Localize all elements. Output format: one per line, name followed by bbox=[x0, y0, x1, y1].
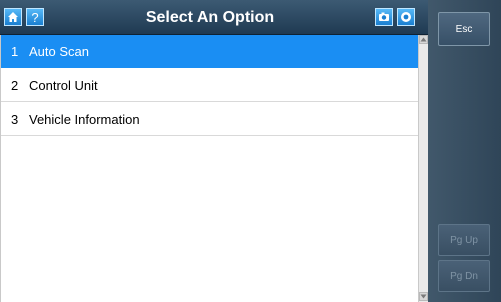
option-list: 1 Auto Scan 2 Control Unit 3 Vehicle Inf… bbox=[0, 35, 418, 302]
esc-button[interactable]: Esc bbox=[438, 12, 490, 46]
camera-icon bbox=[379, 12, 389, 21]
list-item-control-unit[interactable]: 2 Control Unit bbox=[1, 69, 418, 102]
screenshot-button[interactable] bbox=[375, 8, 393, 26]
side-panel: Esc Pg Up Pg Dn bbox=[428, 0, 501, 302]
list-item-number: 2 bbox=[11, 77, 19, 93]
list-item-label: Vehicle Information bbox=[29, 111, 140, 127]
page-up-button[interactable]: Pg Up bbox=[438, 224, 490, 256]
app-window: ? Select An Option 1 Auto Scan 2 Control… bbox=[0, 0, 501, 302]
list-item-number: 1 bbox=[11, 43, 19, 59]
scroll-up-button[interactable] bbox=[419, 35, 428, 44]
list-item-label: Auto Scan bbox=[29, 43, 89, 59]
list-item-number: 3 bbox=[11, 111, 19, 127]
list-scrollbar[interactable] bbox=[418, 35, 428, 302]
record-button[interactable] bbox=[397, 8, 415, 26]
list-item-auto-scan[interactable]: 1 Auto Scan bbox=[1, 35, 418, 68]
list-item-vehicle-information[interactable]: 3 Vehicle Information bbox=[1, 103, 418, 136]
arrow-down-icon bbox=[420, 294, 427, 299]
page-title: Select An Option bbox=[145, 9, 275, 26]
scroll-down-button[interactable] bbox=[419, 292, 428, 301]
header-bar: ? Select An Option bbox=[0, 0, 428, 35]
arrow-up-icon bbox=[420, 37, 427, 42]
page-down-button[interactable]: Pg Dn bbox=[438, 260, 490, 292]
list-item-label: Control Unit bbox=[29, 77, 98, 93]
record-icon bbox=[401, 12, 411, 22]
